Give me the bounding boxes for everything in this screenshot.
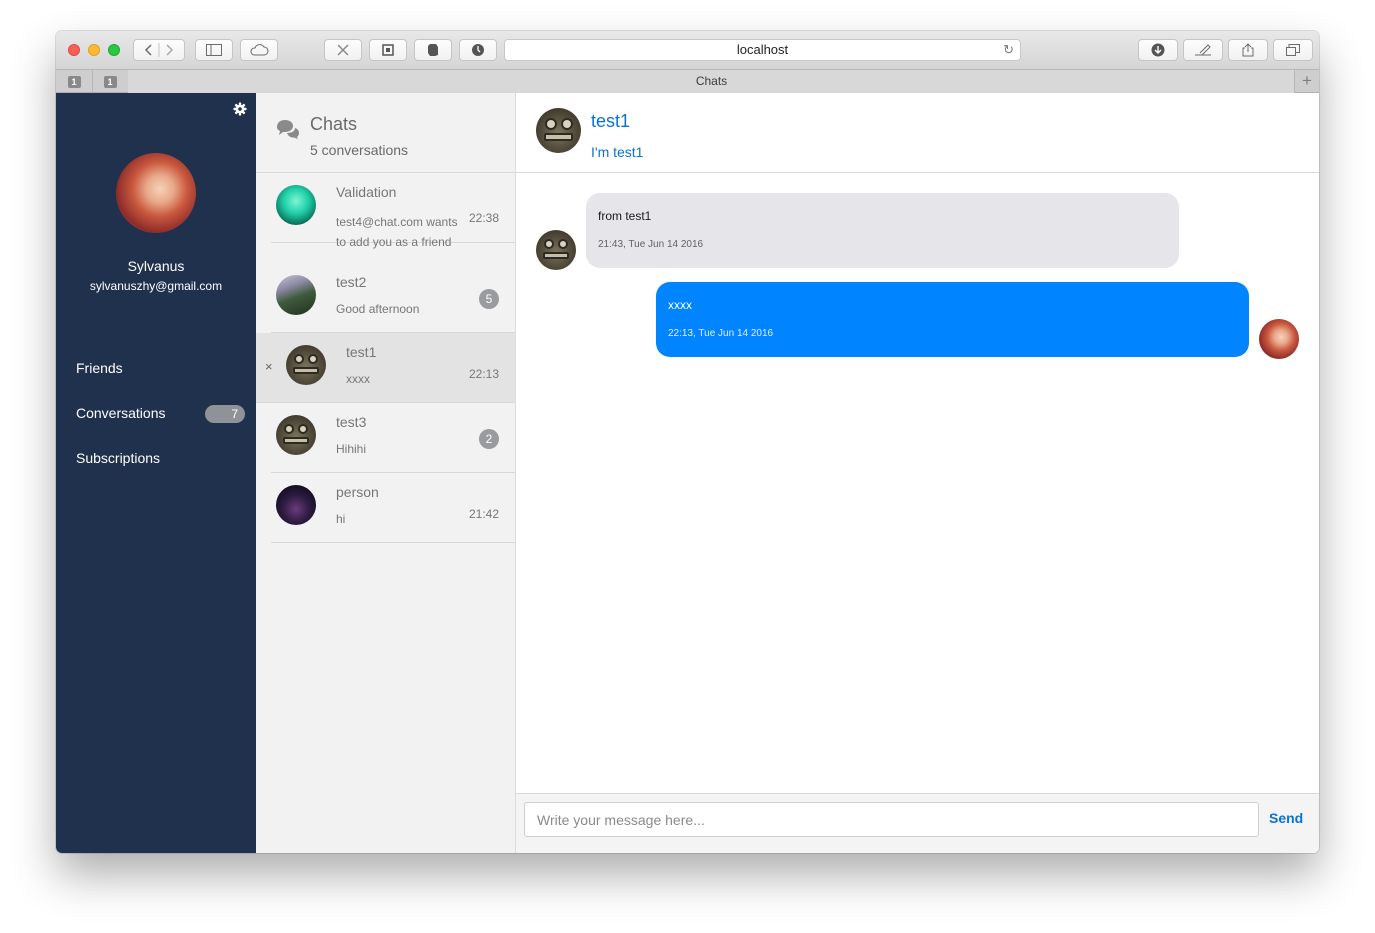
user-name: Sylvanus: [127, 258, 185, 274]
cloud-icon: [250, 44, 269, 56]
conversation-name: test3: [336, 414, 367, 430]
conversation-time: 22:13: [468, 367, 499, 381]
pinned-tab-1[interactable]: 1: [56, 70, 93, 93]
conversation-name: test1: [346, 344, 377, 360]
user-avatar[interactable]: [116, 153, 196, 233]
conversation-item-test1[interactable]: × test1 xxxx 22:13: [256, 333, 515, 403]
share-icon: [1242, 43, 1254, 57]
contact-avatar: [286, 345, 326, 385]
downloads-button[interactable]: [1138, 39, 1178, 61]
conversation-item-validation[interactable]: Validation test4@chat.com wants to add y…: [271, 173, 515, 249]
contact-avatar: [276, 415, 316, 455]
new-tab-button[interactable]: +: [1294, 70, 1319, 93]
list-title: Chats: [310, 114, 358, 134]
contact-avatar: [276, 185, 316, 225]
minimize-window-button[interactable]: [88, 44, 100, 56]
incoming-message: from test1 21:43, Tue Jun 14 2016: [586, 193, 1179, 268]
contact-name[interactable]: test1: [591, 111, 630, 132]
contact-avatar: [276, 275, 316, 315]
conversation-item-person[interactable]: person hi 21:42: [271, 473, 515, 543]
browser-toolbar: localhost ↻: [56, 31, 1319, 69]
message-composer: Send: [516, 793, 1319, 853]
clock-icon: [472, 44, 484, 56]
sidebar: Sylvanus sylvanuszhy@gmail.com Friends C…: [56, 93, 256, 853]
message-time: 21:43, Tue Jun 14 2016: [598, 239, 704, 250]
contact-avatar: [276, 485, 316, 525]
chat-panel: test1 I'm test1 from test1 21:43, Tue Ju…: [516, 93, 1319, 853]
browser-window: localhost ↻ 1 1 Chats + Sylvanus sylvanu…: [56, 31, 1319, 853]
conversation-preview: test4@chat.com wants to add you as a fri…: [336, 215, 458, 249]
conversation-name: person: [336, 484, 379, 500]
share-button[interactable]: [1228, 39, 1268, 61]
sender-avatar: [536, 230, 576, 270]
message-input[interactable]: [524, 802, 1259, 837]
conversation-list: Chats 5 conversations Validation test4@c…: [256, 93, 516, 853]
history-button[interactable]: [459, 39, 497, 61]
user-email: sylvanuszhy@gmail.com: [89, 279, 223, 293]
conversation-preview: xxxx: [346, 372, 370, 386]
pencil-icon: [1195, 44, 1211, 56]
nav-friends[interactable]: Friends: [76, 360, 123, 376]
conversation-preview: hi: [336, 512, 346, 526]
conversation-item-test3[interactable]: test3 Hihihi 2: [271, 403, 515, 473]
message-time: 22:13, Tue Jun 14 2016: [668, 328, 774, 339]
unread-badge: 2: [479, 429, 499, 449]
conversation-item-test2[interactable]: test2 Good afternoon 5: [271, 263, 515, 333]
url-text: localhost: [736, 42, 789, 57]
active-tab[interactable]: Chats: [128, 70, 1295, 93]
conversation-preview: Good afternoon: [336, 302, 420, 316]
unread-badge: 5: [479, 289, 499, 309]
zoom-window-button[interactable]: [108, 44, 120, 56]
gear-icon[interactable]: [233, 102, 247, 116]
tabs-overview-button[interactable]: [1273, 39, 1313, 61]
sidebar-toggle-button[interactable]: [195, 39, 233, 61]
message-text: from test1: [598, 209, 652, 223]
my-avatar: [1259, 319, 1299, 359]
send-button[interactable]: Send: [1269, 810, 1303, 826]
reload-icon[interactable]: ↻: [1003, 40, 1014, 60]
message-text: xxxx: [668, 298, 692, 312]
nav-conversations[interactable]: Conversations: [76, 405, 166, 421]
close-window-button[interactable]: [68, 44, 80, 56]
chat-app: Sylvanus sylvanuszhy@gmail.com Friends C…: [56, 93, 1319, 853]
elephant-icon: [428, 44, 438, 56]
conversation-preview: Hihihi: [336, 442, 367, 456]
conversation-time: 22:38: [468, 211, 499, 225]
contact-avatar[interactable]: [536, 108, 581, 153]
conversation-time: 21:42: [468, 507, 499, 521]
icloud-tabs-button[interactable]: [240, 39, 278, 61]
conversation-name: Validation: [336, 184, 397, 200]
pinned-tab-label: 1: [103, 75, 117, 88]
close-conversation-icon[interactable]: ×: [265, 359, 273, 374]
tools-icon: [337, 44, 349, 56]
back-forward-buttons[interactable]: [133, 39, 185, 61]
conversation-list-header: Chats 5 conversations: [256, 93, 515, 173]
chat-header: test1 I'm test1: [516, 93, 1319, 173]
extension-button-2[interactable]: [369, 39, 407, 61]
evernote-button[interactable]: [414, 39, 452, 61]
pinned-tab-2[interactable]: 1: [92, 70, 129, 93]
outgoing-message: xxxx 22:13, Tue Jun 14 2016: [656, 282, 1249, 357]
address-bar[interactable]: localhost ↻: [504, 39, 1021, 61]
markup-button[interactable]: [1183, 39, 1223, 61]
square-icon: [382, 44, 394, 56]
back-forward-icon: [144, 43, 174, 57]
sidebar-icon: [206, 44, 222, 56]
download-icon: [1151, 43, 1165, 57]
chat-bubbles-icon: [277, 120, 299, 139]
list-subtitle: 5 conversations: [310, 142, 409, 158]
nav-subscriptions[interactable]: Subscriptions: [76, 450, 160, 466]
contact-status: I'm test1: [591, 144, 644, 160]
tab-bar: 1 1 Chats +: [56, 69, 1319, 93]
tabs-icon: [1286, 44, 1300, 56]
extension-button-1[interactable]: [324, 39, 362, 61]
pinned-tab-label: 1: [67, 75, 81, 88]
conversations-badge: 7: [205, 405, 245, 423]
conversation-name: test2: [336, 274, 367, 290]
